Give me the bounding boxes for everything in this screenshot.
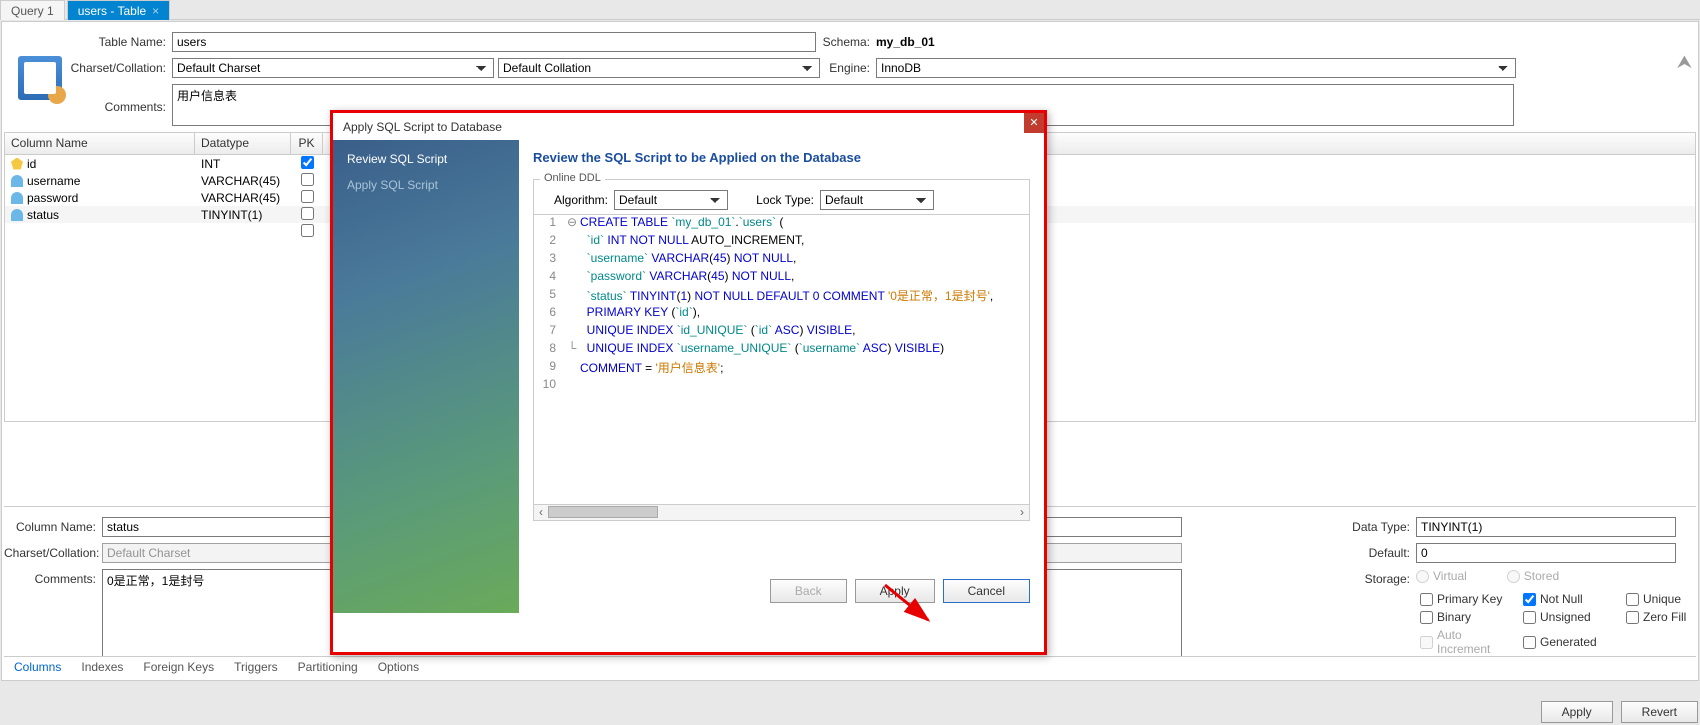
back-button: Back: [770, 579, 847, 603]
dialog-title: Apply SQL Script to Database ✕: [333, 113, 1044, 140]
action-bar: Apply Revert: [1541, 701, 1698, 723]
pk-check[interactable]: [301, 224, 314, 237]
det-com-label: Comments:: [4, 569, 102, 586]
table-icon: [18, 56, 62, 100]
pk-check[interactable]: [301, 173, 314, 186]
chk-ai: Auto Increment: [1420, 628, 1515, 656]
radio-virtual: Virtual: [1416, 569, 1467, 583]
btab-columns[interactable]: Columns: [4, 657, 71, 678]
tab-query1[interactable]: Query 1: [0, 0, 65, 20]
radio-stored: Stored: [1507, 569, 1559, 583]
close-icon[interactable]: ×: [152, 4, 159, 18]
dialog-buttons: Back Apply Cancel: [770, 579, 1030, 603]
collapse-icon[interactable]: ⮝: [1677, 52, 1692, 73]
schema-value: my_db_01: [876, 35, 935, 49]
chk-pk[interactable]: Primary Key: [1420, 592, 1515, 606]
chk-zf[interactable]: Zero Fill: [1626, 610, 1700, 624]
chk-un[interactable]: Unsigned: [1523, 610, 1618, 624]
table-name-label: Table Name:: [2, 35, 172, 49]
algorithm-select[interactable]: Default: [614, 190, 728, 210]
ddl-legend: Online DDL: [540, 172, 605, 184]
det-dt-label: Data Type:: [1346, 517, 1416, 534]
revert-button[interactable]: Revert: [1621, 701, 1698, 723]
dialog-heading: Review the SQL Script to be Applied on t…: [533, 150, 1030, 165]
det-datatype-input[interactable]: [1416, 517, 1676, 537]
scroll-thumb[interactable]: [548, 506, 658, 518]
tab-users-table[interactable]: users - Table×: [67, 0, 171, 20]
det-cc-label: Charset/Collation:: [4, 543, 102, 560]
scroll-left-icon[interactable]: ‹: [534, 505, 548, 519]
charset-select[interactable]: Default Charset: [172, 58, 494, 78]
editor-tabs: Query 1 users - Table×: [0, 0, 1700, 20]
bottom-tabs: Columns Indexes Foreign Keys Triggers Pa…: [4, 656, 1696, 678]
cancel-button[interactable]: Cancel: [943, 579, 1030, 603]
online-ddl-box: Online DDL Algorithm: Default Lock Type:…: [533, 179, 1030, 215]
det-colname-label: Column Name:: [4, 517, 102, 534]
column-icon: [11, 175, 23, 187]
table-name-input[interactable]: [172, 32, 816, 52]
chk-uq[interactable]: Unique: [1626, 592, 1700, 606]
gear-icon: [48, 86, 66, 104]
engine-select[interactable]: InnoDB: [876, 58, 1516, 78]
step-apply: Apply SQL Script: [347, 178, 505, 192]
det-def-label: Default:: [1346, 543, 1416, 560]
engine-label: Engine:: [820, 61, 876, 75]
pk-check[interactable]: [301, 190, 314, 203]
hdr-column-name[interactable]: Column Name: [5, 133, 195, 154]
pk-check[interactable]: [301, 156, 314, 169]
btab-fk[interactable]: Foreign Keys: [133, 657, 224, 678]
apply-script-button[interactable]: Apply: [855, 579, 935, 603]
det-sto-label: Storage:: [1346, 569, 1416, 586]
btab-partitioning[interactable]: Partitioning: [288, 657, 368, 678]
scroll-right-icon[interactable]: ›: [1015, 505, 1029, 519]
column-icon: [11, 209, 23, 221]
close-icon[interactable]: ✕: [1024, 113, 1044, 133]
btab-triggers[interactable]: Triggers: [224, 657, 288, 678]
key-icon: [11, 158, 23, 170]
locktype-label: Lock Type:: [734, 193, 814, 207]
hdr-datatype[interactable]: Datatype: [195, 133, 291, 154]
apply-button[interactable]: Apply: [1541, 701, 1613, 723]
step-review: Review SQL Script: [347, 152, 505, 166]
btab-options[interactable]: Options: [368, 657, 429, 678]
algorithm-label: Algorithm:: [542, 193, 608, 207]
schema-label: Schema:: [816, 35, 876, 49]
column-icon: [11, 192, 23, 204]
locktype-select[interactable]: Default: [820, 190, 934, 210]
h-scrollbar[interactable]: ‹ ›: [533, 505, 1030, 521]
hdr-pk[interactable]: PK: [291, 133, 323, 154]
det-default-input[interactable]: [1416, 543, 1676, 563]
collation-select[interactable]: Default Collation: [498, 58, 820, 78]
chk-gen[interactable]: Generated: [1523, 628, 1618, 656]
chk-bin[interactable]: Binary: [1420, 610, 1515, 624]
apply-script-dialog: Apply SQL Script to Database ✕ Review SQ…: [330, 110, 1047, 655]
chk-nn[interactable]: Not Null: [1523, 592, 1618, 606]
pk-check[interactable]: [301, 207, 314, 220]
btab-indexes[interactable]: Indexes: [71, 657, 133, 678]
wizard-steps: Review SQL Script Apply SQL Script: [333, 140, 519, 613]
sql-editor[interactable]: 1⊖CREATE TABLE `my_db_01`.`users` (2 `id…: [533, 215, 1030, 505]
